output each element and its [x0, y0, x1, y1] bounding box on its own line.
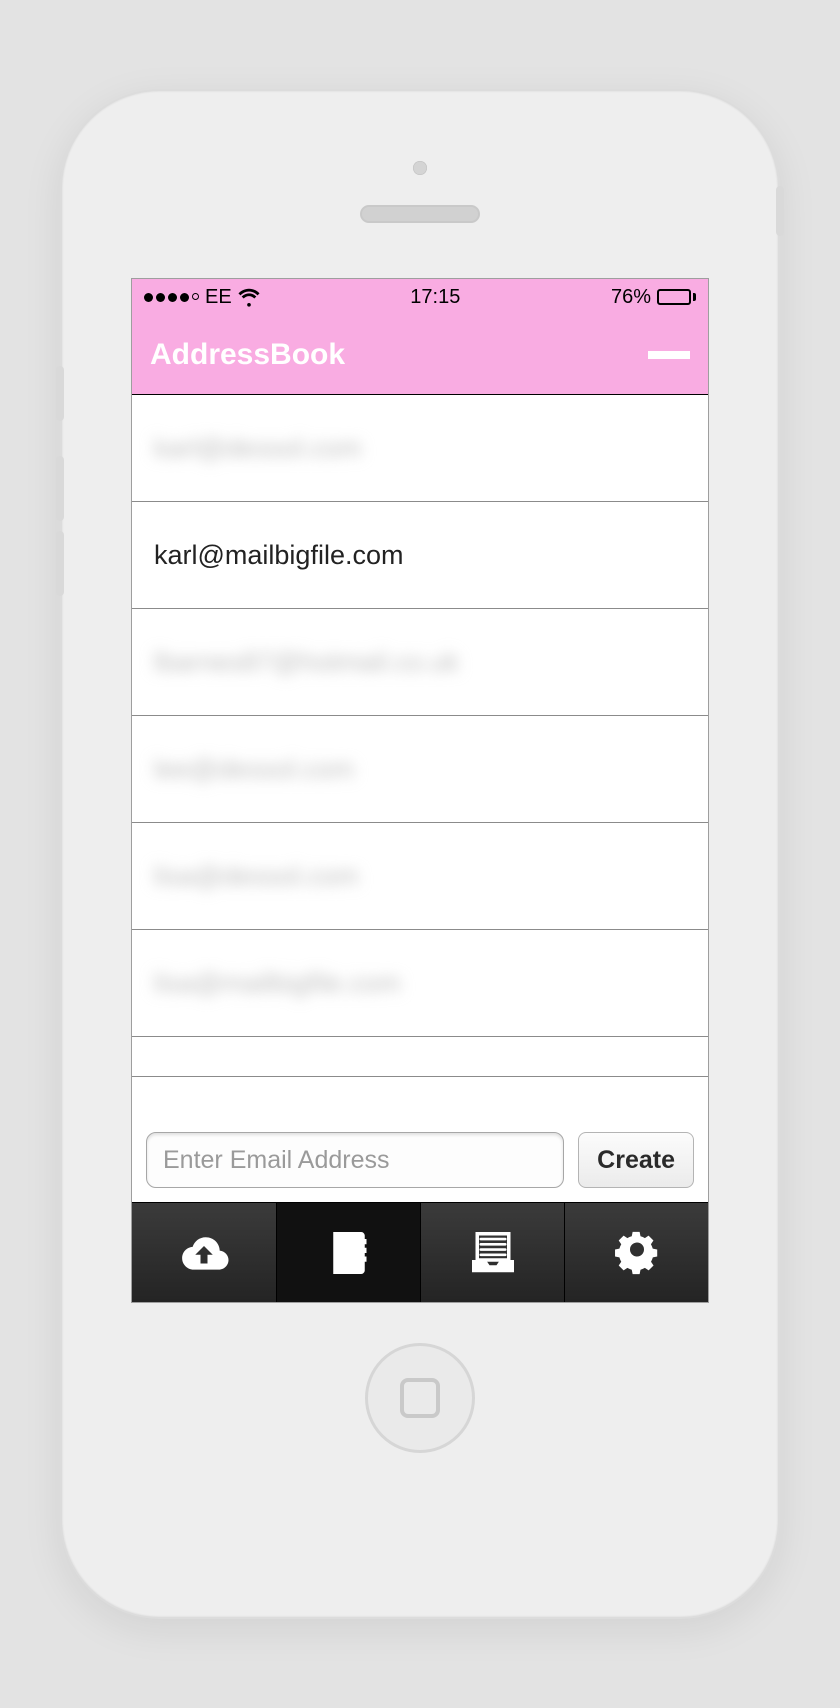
- phone-frame: EE 17:15 76% AddressBook: [60, 89, 780, 1619]
- clock-label: 17:15: [410, 286, 460, 309]
- front-camera: [413, 161, 427, 175]
- status-left: EE: [144, 286, 260, 309]
- tab-contacts[interactable]: [276, 1203, 420, 1302]
- tab-bar: [132, 1202, 708, 1302]
- battery-icon: [657, 289, 696, 305]
- battery-pct-label: 76%: [611, 286, 651, 309]
- app-header-bg: EE 17:15 76% AddressBook: [132, 279, 708, 395]
- carrier-label: EE: [205, 286, 232, 309]
- contact-list[interactable]: karl@dessol.com karl@mailbigfile.com lba…: [132, 395, 708, 1118]
- create-button[interactable]: Create: [578, 1132, 694, 1188]
- status-right: 76%: [611, 286, 696, 309]
- cloud-upload-icon: [176, 1225, 232, 1281]
- phone-speaker: [360, 205, 480, 223]
- address-book-icon: [321, 1225, 377, 1281]
- list-item[interactable]: karl@mailbigfile.com: [132, 502, 708, 609]
- list-item[interactable]: lbarnes87@hotmail.co.uk: [132, 609, 708, 716]
- email-field[interactable]: [146, 1132, 564, 1188]
- volume-up: [56, 456, 64, 521]
- list-item[interactable]: lisa@mailbigfile.com: [132, 930, 708, 1037]
- tab-settings[interactable]: [564, 1203, 708, 1302]
- page-title: AddressBook: [150, 338, 345, 372]
- contact-email: lbarnes87@hotmail.co.uk: [154, 647, 459, 678]
- list-item[interactable]: karl@dessol.com: [132, 395, 708, 502]
- status-bar: EE 17:15 76%: [132, 279, 708, 315]
- contact-email: lisa@mailbigfile.com: [154, 968, 400, 999]
- inbox-tray-icon: [465, 1225, 521, 1281]
- home-button[interactable]: [365, 1343, 475, 1453]
- list-item-empty: [132, 1037, 708, 1077]
- gear-icon: [609, 1225, 665, 1281]
- contact-email: lisa@dessol.com: [154, 861, 358, 892]
- contact-email: karl@dessol.com: [154, 433, 361, 464]
- list-item[interactable]: lisa@dessol.com: [132, 823, 708, 930]
- collapse-icon[interactable]: [648, 351, 690, 359]
- volume-down: [56, 531, 64, 596]
- add-contact-bar: Create: [132, 1118, 708, 1202]
- content: karl@dessol.com karl@mailbigfile.com lba…: [132, 395, 708, 1302]
- power-button: [776, 186, 784, 236]
- nav-header: AddressBook: [132, 315, 708, 395]
- screen: EE 17:15 76% AddressBook: [131, 278, 709, 1303]
- tab-inbox[interactable]: [420, 1203, 564, 1302]
- contact-email: karl@mailbigfile.com: [154, 540, 403, 571]
- signal-dots-icon: [144, 293, 199, 302]
- contact-email: lee@dessol.com: [154, 754, 354, 785]
- tab-upload[interactable]: [132, 1203, 276, 1302]
- list-item[interactable]: lee@dessol.com: [132, 716, 708, 823]
- home-square-icon: [400, 1378, 440, 1418]
- mute-switch: [56, 366, 64, 421]
- wifi-icon: [238, 286, 260, 308]
